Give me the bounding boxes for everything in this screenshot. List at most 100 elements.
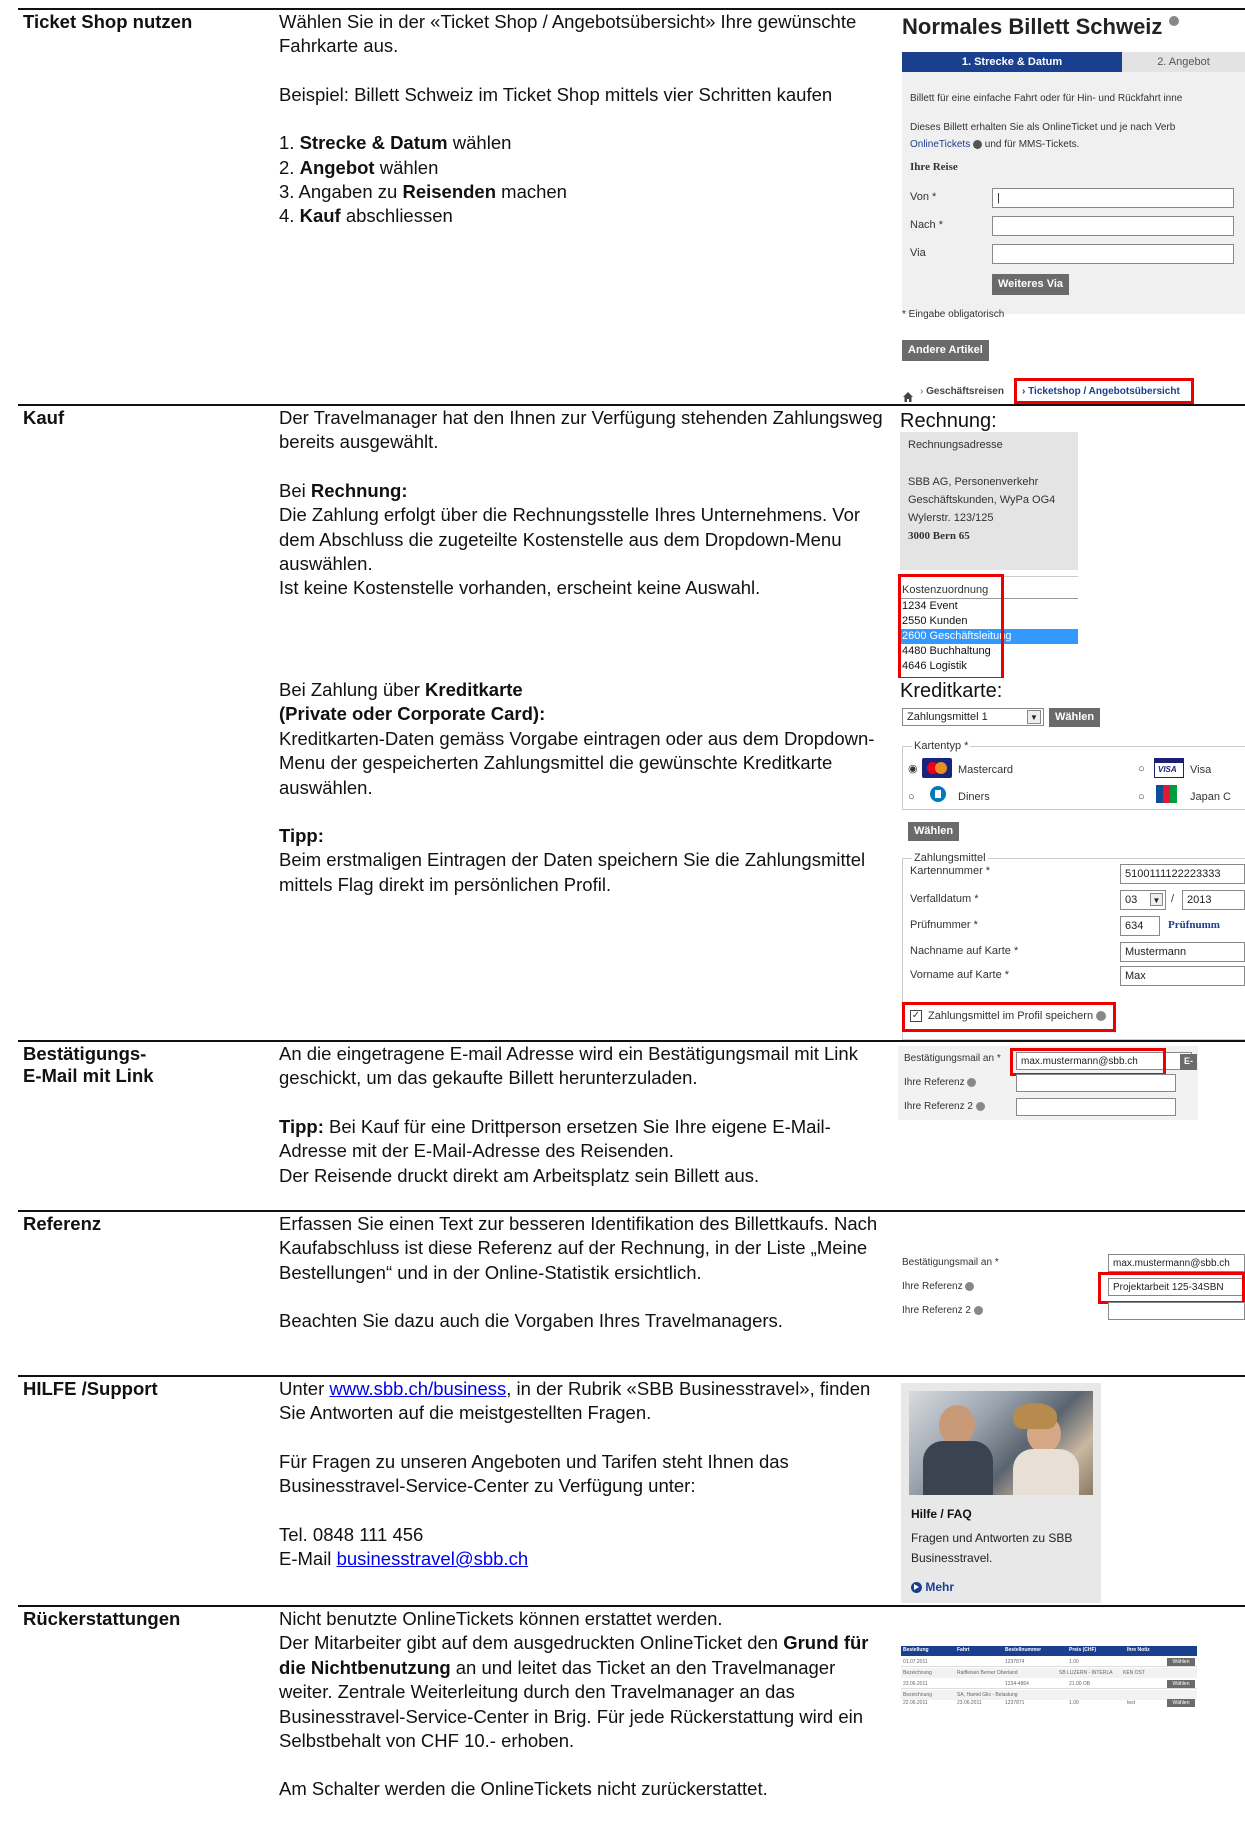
kartentyp-legend: Kartentyp * bbox=[912, 739, 971, 754]
pruef-input[interactable]: 634 bbox=[1120, 916, 1160, 936]
table-header-cell[interactable]: Bestellnummer bbox=[1005, 1647, 1041, 1654]
zahlungsmittel-select[interactable]: Zahlungsmittel 1 ▼ bbox=[902, 708, 1044, 726]
von-input[interactable]: | bbox=[992, 188, 1234, 208]
mail-button[interactable]: E- bbox=[1180, 1054, 1197, 1070]
waehlen-button[interactable]: Wählen bbox=[1167, 1658, 1195, 1666]
paragraph: Ist keine Kostenstelle vorhanden, ersche… bbox=[279, 577, 761, 599]
mail-input[interactable]: max.mustermann@sbb.ch bbox=[1108, 1254, 1245, 1272]
visa-icon: VISA bbox=[1154, 758, 1184, 778]
row-text-hilfe: Unter www.sbb.ch/business, in der Rubrik… bbox=[279, 1377, 889, 1571]
paragraph: Die Zahlung erfolgt über die Rechnungsst… bbox=[279, 504, 861, 575]
table-header: Bestellung Fahrt Bestellnummer Preis (CH… bbox=[901, 1646, 1197, 1656]
step-item: 2. Angebot wählen bbox=[279, 156, 439, 178]
table-header-cell[interactable]: Ihre Notiz bbox=[1127, 1647, 1150, 1654]
table-header-cell[interactable]: Preis (CHF) bbox=[1069, 1647, 1096, 1654]
andere-artikel-button[interactable]: Andere Artikel bbox=[902, 340, 989, 361]
chevron-down-icon[interactable]: ▼ bbox=[1027, 710, 1041, 724]
paragraph: Beispiel: Billett Schweiz im Ticket Shop… bbox=[279, 83, 833, 105]
paragraph: E-Mail businesstravel@sbb.ch bbox=[279, 1548, 529, 1570]
paragraph: Unter www.sbb.ch/business, in der Rubrik… bbox=[279, 1378, 871, 1424]
monat-select[interactable]: 03 ▼ bbox=[1120, 890, 1166, 910]
row-text-kreditkarte: Bei Zahlung über Kreditkarte (Private od… bbox=[279, 678, 889, 897]
referenz-screenshot: Bestätigungsmail an * max.mustermann@sbb… bbox=[898, 1250, 1245, 1320]
pruef-link[interactable]: Prüfnumm bbox=[1168, 918, 1220, 933]
paragraph: Am Schalter werden die OnlineTickets nic… bbox=[279, 1778, 768, 1800]
referenz-label: Ihre Referenz bbox=[902, 1280, 975, 1293]
address-label: Rechnungsadresse bbox=[908, 439, 1003, 451]
table-row: 22.06.2011 23.06.2011 1237871 1.00 test … bbox=[901, 1699, 1197, 1708]
radio-selected[interactable]: ◉ bbox=[908, 762, 918, 777]
mail-label: Bestätigungsmail an * bbox=[904, 1053, 1001, 1064]
paragraph: Erfassen Sie einen Text zur besseren Ide… bbox=[279, 1213, 878, 1283]
table-row: 01.07.2011 1237874 1.00 Wählen bbox=[901, 1657, 1197, 1667]
jahr-select[interactable]: 2013 bbox=[1182, 890, 1245, 910]
weiteres-via-button[interactable]: Weiteres Via bbox=[992, 274, 1070, 295]
mail-screenshot: Bestätigungsmail an * max.mustermann@sbb… bbox=[898, 1046, 1198, 1120]
save-checkbox[interactable]: ✓ bbox=[910, 1010, 922, 1022]
address-line: SBB AG, Personenverkehr bbox=[908, 476, 1039, 488]
step-tab-active[interactable]: 1. Strecke & Datum bbox=[902, 52, 1122, 72]
referenz-input[interactable] bbox=[1016, 1074, 1176, 1092]
description: OnlineTickets und für MMS-Tickets. bbox=[910, 139, 1080, 150]
address-line: Wylerstr. 123/125 bbox=[908, 512, 994, 524]
referenz-label: Ihre Referenz bbox=[904, 1076, 977, 1089]
waehlen-button[interactable]: Wählen bbox=[1167, 1699, 1195, 1707]
via-label: Via bbox=[910, 247, 926, 259]
radio[interactable]: ○ bbox=[908, 790, 915, 805]
row-label-kauf: Kauf bbox=[23, 407, 65, 428]
mehr-link[interactable]: Mehr bbox=[911, 1580, 954, 1596]
table-header-cell[interactable]: Bestellung bbox=[903, 1647, 929, 1654]
paragraph: Der Travelmanager hat den Ihnen zur Verf… bbox=[279, 407, 883, 453]
info-icon bbox=[967, 1077, 977, 1087]
hilfe-text: Fragen und Antworten zu SBB Businesstrav… bbox=[911, 1531, 1073, 1565]
referenz2-input[interactable] bbox=[1016, 1098, 1176, 1116]
business-link[interactable]: www.sbb.ch/business bbox=[329, 1378, 506, 1399]
chevron-down-icon[interactable]: ▼ bbox=[1150, 893, 1163, 906]
diners-icon bbox=[926, 784, 950, 804]
japan-label: Japan C bbox=[1190, 791, 1231, 803]
home-icon[interactable] bbox=[902, 385, 914, 402]
referenz2-input[interactable] bbox=[1108, 1302, 1245, 1320]
breadcrumb-current[interactable]: › Ticketshop / Angebotsübersicht bbox=[1022, 385, 1180, 398]
paragraph: Tipp: bbox=[279, 825, 324, 847]
verfall-label: Verfalldatum * bbox=[910, 893, 979, 905]
waehlen-button[interactable]: Wählen bbox=[1167, 1680, 1195, 1688]
step-item: 3. Angaben zu Reisenden machen bbox=[279, 181, 567, 203]
kartennummer-input[interactable]: 5100111122223333 bbox=[1120, 864, 1245, 884]
step-item: 4. Kauf abschliessen bbox=[279, 205, 453, 227]
radio[interactable]: ○ bbox=[1138, 790, 1145, 805]
paragraph: Bei Rechnung: bbox=[279, 479, 408, 501]
paragraph: Der Reisende druckt direkt am Arbeitspla… bbox=[279, 1164, 760, 1186]
pruef-label: Prüfnummer * bbox=[910, 919, 978, 931]
step-tab[interactable]: 2. Angebot bbox=[1122, 52, 1245, 72]
paragraph: Tipp: Bei Kauf für eine Drittperson erse… bbox=[279, 1115, 831, 1162]
paragraph: Tel. 0848 111 456 bbox=[279, 1523, 424, 1545]
paragraph: Kreditkarten-Daten gemäss Vorgabe eintra… bbox=[279, 727, 875, 798]
waehlen-button-2[interactable]: Wählen bbox=[908, 822, 960, 841]
mail-link[interactable]: businesstravel@sbb.ch bbox=[337, 1548, 529, 1569]
vorname-input[interactable]: Max bbox=[1120, 966, 1245, 986]
table-row: 23.06.2011 1234-4864 21.00 OB Wählen bbox=[901, 1679, 1197, 1689]
row-label-mail: Bestätigungs- E-Mail mit Link bbox=[23, 1043, 154, 1087]
row-label-ticket-shop: Ticket Shop nutzen bbox=[23, 11, 193, 32]
table-header-cell[interactable]: Fahrt bbox=[957, 1647, 970, 1654]
info-icon bbox=[973, 139, 982, 149]
nachname-input[interactable]: Mustermann bbox=[1120, 942, 1245, 962]
radio[interactable]: ○ bbox=[1138, 762, 1145, 777]
nachname-label: Nachname auf Karte * bbox=[910, 945, 1019, 957]
waehlen-button[interactable]: Wählen bbox=[1049, 708, 1101, 727]
referenz2-label: Ihre Referenz 2 bbox=[904, 1100, 985, 1113]
rechnung-heading: Rechnung: bbox=[900, 410, 997, 432]
hilfe-title: Hilfe / FAQ bbox=[911, 1507, 972, 1521]
address-line: Geschäftskunden, WyPa OG4 bbox=[908, 494, 1056, 506]
referenz2-label: Ihre Referenz 2 bbox=[902, 1304, 983, 1317]
via-input[interactable] bbox=[992, 244, 1234, 264]
nach-input[interactable] bbox=[992, 216, 1234, 236]
mastercard-icon bbox=[922, 758, 952, 778]
highlight-box bbox=[898, 574, 1004, 678]
hilfe-card[interactable]: Hilfe / FAQ Fragen und Antworten zu SBB … bbox=[901, 1383, 1101, 1603]
row-text-mail: An die eingetragene E-mail Adresse wird … bbox=[279, 1042, 889, 1188]
paragraph: Bei Zahlung über Kreditkarte bbox=[279, 679, 523, 700]
highlight-box bbox=[1010, 1048, 1166, 1076]
kreditkarte-screenshot: Kreditkarte: Zahlungsmittel 1 ▼ Wählen Ka… bbox=[898, 678, 1245, 1040]
